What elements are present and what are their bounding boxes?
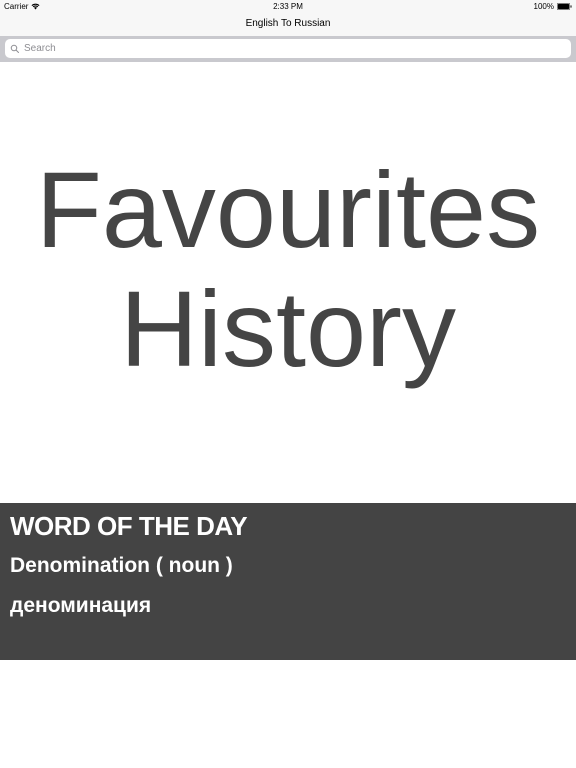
search-bar [0,36,576,62]
menu-area: Favourites History [0,62,576,503]
favourites-button[interactable]: Favourites [0,150,576,270]
app-screen: Carrier 2:33 PM 100% English To Russian [0,0,576,768]
status-right: 100% [534,2,572,11]
word-of-the-day-word: Denomination ( noun ) [10,554,233,577]
status-bar: Carrier 2:33 PM 100% [0,0,576,13]
word-of-the-day-translation: деноминация [10,594,152,617]
search-icon [10,44,19,53]
navigation-bar: English To Russian [0,13,576,36]
search-input[interactable] [24,43,544,54]
nav-title: English To Russian [245,18,331,29]
status-time: 2:33 PM [273,2,303,11]
history-button[interactable]: History [0,269,576,389]
word-of-the-day-panel[interactable]: WORD OF THE DAY Denomination ( noun ) де… [0,503,576,660]
battery-icon [557,3,572,10]
word-of-the-day-heading: WORD OF THE DAY [10,511,248,541]
battery-percent: 100% [533,2,554,11]
search-field[interactable] [5,39,571,58]
